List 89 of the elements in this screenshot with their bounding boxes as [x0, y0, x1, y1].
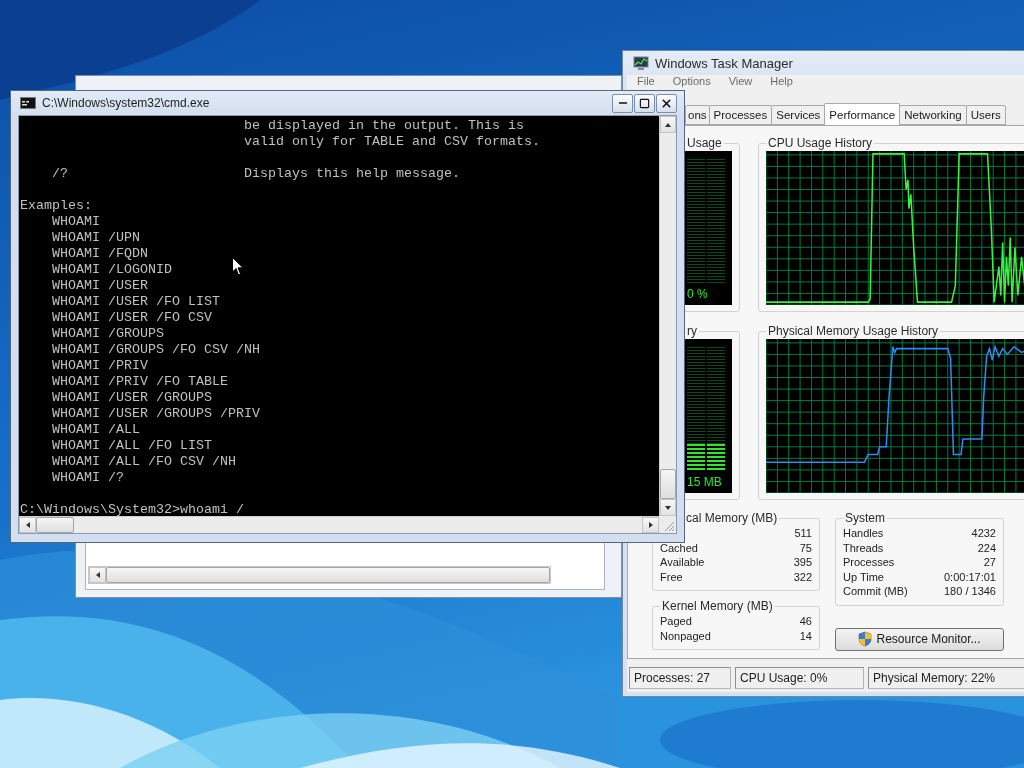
- scroll-left-button[interactable]: [19, 517, 36, 533]
- console-line: WHOAMI /FQDN: [51, 246, 148, 262]
- console-line: valid only for TABLE and CSV formats.: [242, 134, 540, 150]
- status-pane: Physical Memory: 22%: [868, 667, 1024, 689]
- stat-value: 395: [793, 555, 812, 570]
- meter-reading: 0 %: [687, 287, 709, 301]
- group-caption: Usage: [686, 136, 723, 150]
- group-caption: ry: [686, 324, 698, 338]
- stat-label: Available: [660, 555, 705, 570]
- vertical-scrollbar[interactable]: [659, 116, 676, 516]
- scroll-up-button[interactable]: [660, 116, 676, 133]
- menu-item[interactable]: Help: [770, 75, 793, 88]
- resource-monitor-button[interactable]: Resource Monitor...: [835, 627, 1004, 651]
- scrollbar-thumb[interactable]: [660, 469, 676, 499]
- console-line: WHOAMI /ALL /FO CSV /NH: [51, 454, 236, 470]
- stat-value: 0:00:17:01: [944, 569, 996, 584]
- stat-label: Threads: [843, 540, 884, 555]
- minimize-button[interactable]: [612, 93, 633, 113]
- console-line: WHOAMI /ALL: [51, 422, 140, 438]
- meter-reading: 15 MB: [687, 475, 723, 489]
- close-button[interactable]: [656, 93, 677, 113]
- menu-item[interactable]: View: [728, 75, 753, 88]
- arrow-right-icon: [646, 521, 655, 529]
- stat-value: 180 / 1346: [944, 584, 996, 599]
- tab[interactable]: Services: [771, 105, 826, 125]
- scroll-left-button[interactable]: [89, 567, 106, 583]
- group-caption: CPU Usage History: [767, 136, 874, 150]
- stat-label: Free: [660, 569, 683, 584]
- status-pane: Processes: 27: [629, 667, 731, 689]
- stat-value: 322: [793, 569, 812, 584]
- mouse-pointer-icon: [232, 257, 244, 276]
- console-line: WHOAMI /USER /GROUPS: [51, 390, 212, 406]
- group-caption: System: [844, 511, 886, 525]
- stat-label: Cached: [660, 540, 698, 555]
- stat-value: 4232: [971, 526, 996, 541]
- stat-label: Paged: [660, 614, 692, 629]
- tab[interactable]: Networking: [899, 105, 967, 125]
- stat-value: 224: [977, 540, 996, 555]
- stat-label: Up Time: [843, 569, 884, 584]
- tab[interactable]: Users: [965, 105, 1006, 125]
- scroll-right-button[interactable]: [642, 517, 659, 533]
- console-line: WHOAMI /PRIV /FO TABLE: [51, 374, 228, 390]
- scroll-down-button[interactable]: [660, 499, 676, 516]
- console-line: /? Displays this help message.: [51, 166, 460, 182]
- console-line: WHOAMI /ALL /FO LIST: [51, 438, 212, 454]
- stat-value: 511: [794, 526, 812, 541]
- stat-label: Nonpaged: [660, 628, 711, 643]
- console-line: WHOAMI /USER: [51, 278, 148, 294]
- stat-label: Handles: [843, 526, 884, 541]
- console-line: WHOAMI /GROUPS /FO CSV /NH: [51, 342, 260, 358]
- menu-item[interactable]: File: [637, 75, 655, 88]
- maximize-icon: [639, 97, 650, 109]
- arrow-down-icon: [664, 503, 672, 512]
- group-caption: Kernel Memory (MB): [661, 599, 774, 613]
- tab[interactable]: ons: [685, 105, 710, 125]
- stat-value: 14: [799, 628, 812, 643]
- tab[interactable]: Processes: [708, 105, 773, 125]
- console-line: WHOAMI /UPN: [51, 230, 140, 246]
- console-line: WHOAMI /LOGONID: [51, 262, 172, 278]
- close-icon: [660, 96, 673, 110]
- scrollbar-thumb[interactable]: [36, 517, 74, 533]
- console-line: WHOAMI /USER /GROUPS /PRIV: [51, 406, 260, 422]
- resize-grip-icon[interactable]: [659, 516, 676, 533]
- console-line: WHOAMI /USER /FO CSV: [51, 310, 212, 326]
- stat-label: Commit (MB): [843, 584, 908, 599]
- console-line: WHOAMI: [51, 214, 100, 230]
- shield-icon: [858, 631, 873, 647]
- console-icon: [20, 97, 36, 109]
- menu-item[interactable]: Options: [672, 75, 711, 88]
- console-line: be displayed in the output. This is: [242, 118, 524, 134]
- stat-value: 27: [983, 555, 996, 570]
- console-line: WHOAMI /?: [51, 470, 124, 486]
- tab[interactable]: Performance: [824, 103, 901, 125]
- group-caption: cal Memory (MB): [685, 511, 779, 525]
- stat-value: 46: [799, 614, 812, 629]
- window-title: Windows Task Manager: [655, 55, 793, 71]
- status-pane: CPU Usage: 0%: [735, 667, 864, 689]
- monitor-icon: [633, 55, 649, 71]
- console-line: WHOAMI /USER /FO LIST: [51, 294, 220, 310]
- console-line: WHOAMI /PRIV: [51, 358, 148, 374]
- console-line: WHOAMI /GROUPS: [51, 326, 164, 342]
- console-line: Examples:: [20, 198, 92, 214]
- console-line: C:\Windows\System32>whoami /: [20, 502, 244, 516]
- horizontal-scrollbar[interactable]: [19, 516, 659, 533]
- window-title: C:\Windows\system32\cmd.exe: [42, 96, 210, 110]
- stat-value: 75: [799, 540, 812, 555]
- maximize-button[interactable]: [634, 93, 655, 113]
- stat-label: Processes: [843, 555, 895, 570]
- group-caption: Physical Memory Usage History: [767, 324, 940, 338]
